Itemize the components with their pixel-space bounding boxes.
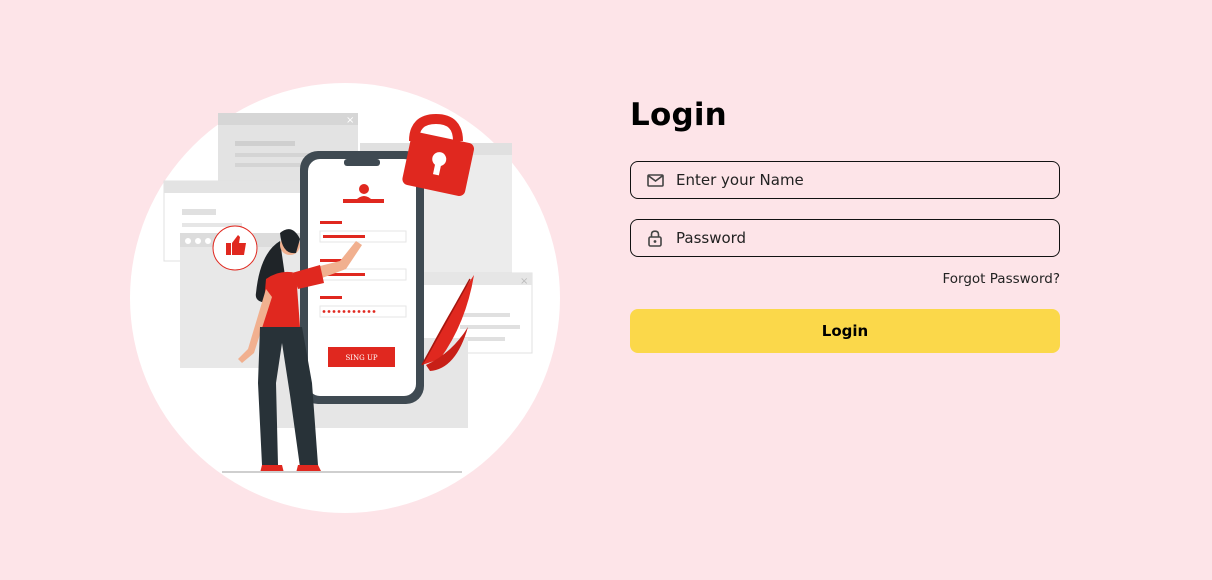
login-illustration: × × SING UP <box>130 83 560 513</box>
name-input[interactable] <box>676 165 1046 195</box>
login-button[interactable]: Login <box>630 309 1060 353</box>
mail-icon <box>646 171 664 189</box>
password-input[interactable] <box>676 223 1046 253</box>
svg-text:×: × <box>346 115 354 126</box>
name-field[interactable] <box>630 161 1060 199</box>
illustration-signup-label: SING UP <box>345 354 377 362</box>
forgot-password-row: Forgot Password? <box>630 268 1061 287</box>
login-title: Login <box>630 97 727 133</box>
lock-icon <box>646 229 664 247</box>
login-form: Login Forgot Password? Login <box>630 95 1060 353</box>
forgot-password-link[interactable]: Forgot Password? <box>943 271 1061 287</box>
password-field[interactable] <box>630 219 1060 257</box>
svg-text:×: × <box>520 276 528 287</box>
